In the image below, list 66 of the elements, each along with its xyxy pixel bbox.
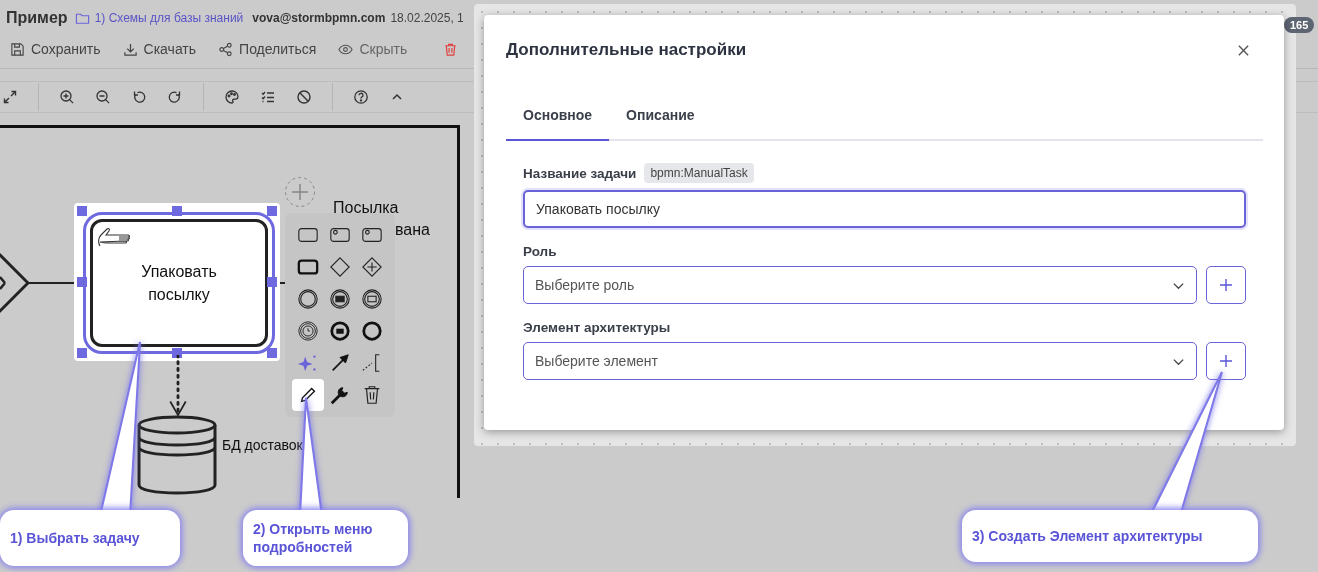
zoom-in-icon[interactable] (59, 89, 75, 105)
resize-handle[interactable] (172, 348, 182, 358)
task-name-field[interactable]: Упаковать посылку (523, 190, 1246, 228)
datastore-label: БД доставок (222, 437, 303, 453)
callout-note: 1) Выбрать задачу (0, 510, 180, 566)
callout-note: 2) Открыть меню подробностей (243, 510, 408, 566)
add-role-button[interactable] (1206, 266, 1246, 304)
dialog-title: Дополнительные настройки (506, 40, 747, 60)
resize-handle[interactable] (267, 277, 277, 287)
message-end-icon (329, 320, 351, 342)
hide-button[interactable]: Скрыть (334, 39, 412, 59)
fit-screen-icon[interactable] (2, 89, 18, 105)
gateway-shape (0, 251, 30, 315)
share-icon (218, 41, 234, 57)
notification-badge: 165 (1284, 17, 1315, 33)
edit-tool[interactable] (292, 379, 324, 411)
intermediate-event-icon (297, 288, 319, 310)
message-catch-icon (329, 288, 351, 310)
role-select[interactable]: Выберите роль (523, 266, 1197, 304)
timer-event-icon (297, 320, 319, 342)
diagram-title: Пример (6, 9, 68, 27)
dialog-tab[interactable]: Описание (609, 97, 712, 141)
download-button[interactable]: Скачать (118, 39, 201, 59)
event-label: вана (395, 221, 430, 239)
trash-icon (443, 41, 459, 57)
end-event-icon (361, 320, 383, 342)
share-button[interactable]: Поделиться (214, 39, 321, 59)
zoom-out-icon[interactable] (95, 89, 111, 105)
sparkle-icon (297, 352, 319, 374)
resize-handle[interactable] (267, 348, 277, 358)
redo-icon[interactable] (167, 89, 183, 105)
ban-icon[interactable] (296, 89, 312, 105)
element-select[interactable]: Выберите элемент (523, 342, 1197, 380)
date-text: 18.02.2025, 1 (390, 11, 464, 25)
resize-handle[interactable] (77, 206, 87, 216)
message-throw-icon (361, 288, 383, 310)
callout-note: 3) Создать Элемент архитектуры (962, 510, 1258, 562)
field-label: Роль (523, 244, 558, 259)
resize-handle[interactable] (172, 206, 182, 216)
user-email: vova@stormbpmn.com (252, 11, 386, 25)
gateway-icon (329, 256, 351, 278)
plus-icon (1219, 278, 1233, 292)
field-label: Название задачи (523, 165, 637, 181)
event-label: Посылка (333, 199, 399, 217)
resize-handle[interactable] (267, 206, 277, 216)
wrench-icon (329, 384, 351, 406)
dialog-tab[interactable]: Основное (506, 97, 610, 141)
add-element-button[interactable] (1206, 342, 1246, 380)
save-button[interactable]: Сохранить (6, 39, 105, 59)
parallel-gateway-icon (361, 256, 383, 278)
download-icon (122, 41, 138, 57)
checklist-icon[interactable] (260, 89, 276, 105)
plus-icon (1219, 354, 1233, 368)
call-activity-icon (297, 256, 319, 278)
type-tag: bpmn:ManualTask (644, 163, 754, 183)
floppy-icon (10, 41, 25, 57)
palette-icon[interactable] (224, 89, 240, 105)
close-icon[interactable] (1237, 43, 1250, 57)
resize-handle[interactable] (77, 277, 87, 287)
task-label: Упаковать посылку (140, 262, 218, 305)
undo-icon[interactable] (131, 89, 147, 105)
resize-handle[interactable] (77, 348, 87, 358)
field-label: Элемент архитектуры (523, 320, 672, 335)
help-icon[interactable] (353, 89, 369, 105)
folder-link[interactable]: 1) Схемы для базы знаний (94, 11, 244, 25)
connect-icon (329, 352, 351, 374)
